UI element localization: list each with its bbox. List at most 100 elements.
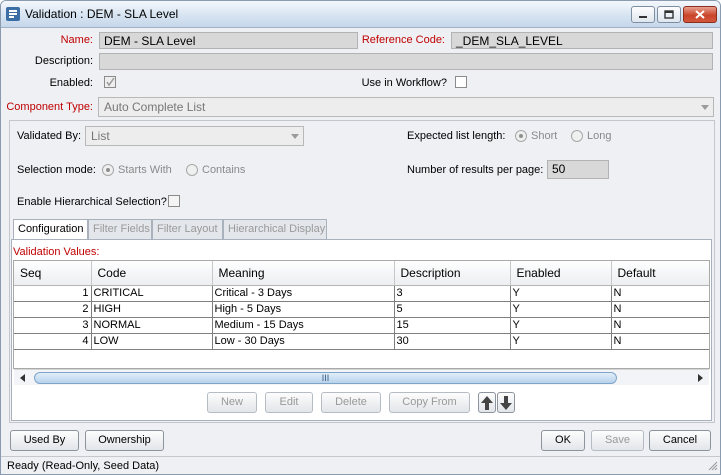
component-type-select[interactable]: Auto Complete List bbox=[98, 97, 714, 117]
delete-button[interactable]: Delete bbox=[321, 392, 381, 413]
table-row[interactable]: 3 NORMAL Medium - 15 Days 15 Y N bbox=[14, 317, 709, 334]
cell-default: N bbox=[611, 333, 709, 350]
cell-description: 30 bbox=[394, 333, 511, 350]
cell-default: N bbox=[611, 285, 709, 302]
table-header-row: Seq Code Meaning Description Enabled Def… bbox=[14, 261, 709, 286]
cell-enabled: Y bbox=[510, 333, 612, 350]
cell-meaning: Low - 30 Days bbox=[212, 333, 395, 350]
enabled-checkbox[interactable] bbox=[104, 76, 116, 88]
cell-seq: 3 bbox=[14, 317, 92, 334]
move-down-button[interactable] bbox=[497, 392, 515, 413]
minimize-button[interactable] bbox=[631, 6, 655, 23]
tab-filter-fields[interactable]: Filter Fields bbox=[88, 219, 152, 239]
selection-contains-label: Contains bbox=[202, 164, 246, 176]
cell-default: N bbox=[611, 301, 709, 318]
list-length-short-radio[interactable] bbox=[515, 130, 527, 142]
cell-seq: 2 bbox=[14, 301, 92, 318]
expected-list-length-label: Expected list length: bbox=[407, 130, 506, 142]
app-icon bbox=[6, 7, 20, 21]
maximize-icon bbox=[664, 10, 674, 19]
results-per-page-label: Number of results per page: bbox=[407, 164, 544, 176]
use-in-workflow-label: Use in Workflow? bbox=[361, 77, 447, 89]
tab-configuration[interactable]: Configuration bbox=[13, 219, 88, 240]
arrow-up-icon bbox=[481, 396, 493, 410]
chevron-down-icon bbox=[701, 105, 709, 110]
column-header-default[interactable]: Default bbox=[611, 261, 709, 286]
arrow-down-icon bbox=[500, 396, 512, 410]
validated-by-label: Validated By: bbox=[17, 130, 82, 142]
cell-description: 3 bbox=[394, 285, 511, 302]
reference-code-label: Reference Code: bbox=[361, 34, 445, 46]
component-type-value: Auto Complete List bbox=[104, 100, 206, 114]
table-row[interactable]: 1 CRITICAL Critical - 3 Days 3 Y N bbox=[14, 285, 709, 302]
ok-button[interactable]: OK bbox=[541, 430, 585, 451]
hierarchical-selection-label: Enable Hierarchical Selection? bbox=[17, 196, 167, 208]
component-type-label: Component Type: bbox=[6, 101, 93, 113]
scroll-left-icon[interactable] bbox=[20, 374, 26, 382]
tab-hierarchical-display[interactable]: Hierarchical Display bbox=[223, 219, 327, 239]
name-field[interactable]: DEM - SLA Level bbox=[99, 32, 358, 49]
minimize-icon bbox=[639, 15, 647, 18]
validated-by-value: List bbox=[91, 129, 110, 143]
description-field[interactable] bbox=[99, 53, 713, 70]
cell-enabled: Y bbox=[510, 301, 612, 318]
cell-code: HIGH bbox=[91, 301, 213, 318]
list-length-long-radio[interactable] bbox=[571, 130, 583, 142]
scroll-right-icon[interactable] bbox=[697, 374, 703, 382]
cell-default: N bbox=[611, 317, 709, 334]
resize-grip-icon[interactable] bbox=[708, 461, 718, 471]
cell-code: CRITICAL bbox=[91, 285, 213, 302]
reference-code-field[interactable]: _DEM_SLA_LEVEL bbox=[451, 32, 713, 49]
cell-code: LOW bbox=[91, 333, 213, 350]
enabled-label: Enabled: bbox=[49, 77, 93, 89]
validation-values-table[interactable]: Seq Code Meaning Description Enabled Def… bbox=[13, 260, 710, 369]
selection-contains-radio[interactable] bbox=[186, 164, 198, 176]
column-header-code[interactable]: Code bbox=[91, 261, 213, 286]
status-bar: Ready (Read-Only, Seed Data) bbox=[1, 456, 720, 474]
status-text: Ready (Read-Only, Seed Data) bbox=[7, 460, 160, 472]
new-button[interactable]: New bbox=[207, 392, 257, 413]
table-row[interactable]: 2 HIGH High - 5 Days 5 Y N bbox=[14, 301, 709, 318]
save-button[interactable]: Save bbox=[591, 430, 644, 451]
selection-mode-label: Selection mode: bbox=[17, 164, 96, 176]
maximize-button[interactable] bbox=[657, 6, 681, 23]
tab-filter-layout[interactable]: Filter Layout bbox=[152, 219, 223, 239]
cell-meaning: Medium - 15 Days bbox=[212, 317, 395, 334]
cell-code: NORMAL bbox=[91, 317, 213, 334]
validated-by-select[interactable]: List bbox=[85, 126, 304, 146]
cancel-button[interactable]: Cancel bbox=[649, 430, 711, 451]
validation-window: Validation : DEM - SLA Level Name: DEM -… bbox=[0, 0, 721, 475]
copy-from-button[interactable]: Copy From bbox=[389, 392, 470, 413]
description-label: Description: bbox=[34, 55, 93, 67]
chevron-down-icon bbox=[291, 134, 299, 139]
horizontal-scrollbar[interactable]: III bbox=[14, 369, 709, 385]
used-by-button[interactable]: Used By bbox=[10, 430, 79, 451]
checkmark-icon bbox=[106, 77, 115, 87]
cell-seq: 1 bbox=[14, 285, 92, 302]
close-button[interactable] bbox=[683, 6, 717, 23]
cell-seq: 4 bbox=[14, 333, 92, 350]
validation-values-label: Validation Values: bbox=[13, 246, 100, 258]
name-label: Name: bbox=[60, 34, 93, 46]
column-header-seq[interactable]: Seq bbox=[14, 261, 92, 286]
use-in-workflow-checkbox[interactable] bbox=[455, 76, 467, 88]
results-per-page-field[interactable]: 50 bbox=[547, 160, 609, 179]
hierarchical-selection-checkbox[interactable] bbox=[168, 195, 180, 207]
cell-meaning: High - 5 Days bbox=[212, 301, 395, 318]
edit-button[interactable]: Edit bbox=[265, 392, 313, 413]
ownership-button[interactable]: Ownership bbox=[85, 430, 164, 451]
move-up-button[interactable] bbox=[478, 392, 496, 413]
cell-description: 5 bbox=[394, 301, 511, 318]
cell-description: 15 bbox=[394, 317, 511, 334]
table-row[interactable]: 4 LOW Low - 30 Days 30 Y N bbox=[14, 333, 709, 350]
column-header-meaning[interactable]: Meaning bbox=[212, 261, 395, 286]
column-header-description[interactable]: Description bbox=[394, 261, 511, 286]
list-length-short-label: Short bbox=[531, 130, 558, 142]
scrollbar-thumb[interactable]: III bbox=[34, 372, 617, 384]
selection-starts-with-label: Starts With bbox=[118, 164, 172, 176]
selection-starts-with-radio[interactable] bbox=[102, 164, 114, 176]
column-header-enabled[interactable]: Enabled bbox=[510, 261, 612, 286]
close-icon bbox=[695, 10, 705, 19]
cell-enabled: Y bbox=[510, 317, 612, 334]
title-bar[interactable]: Validation : DEM - SLA Level bbox=[1, 1, 720, 28]
